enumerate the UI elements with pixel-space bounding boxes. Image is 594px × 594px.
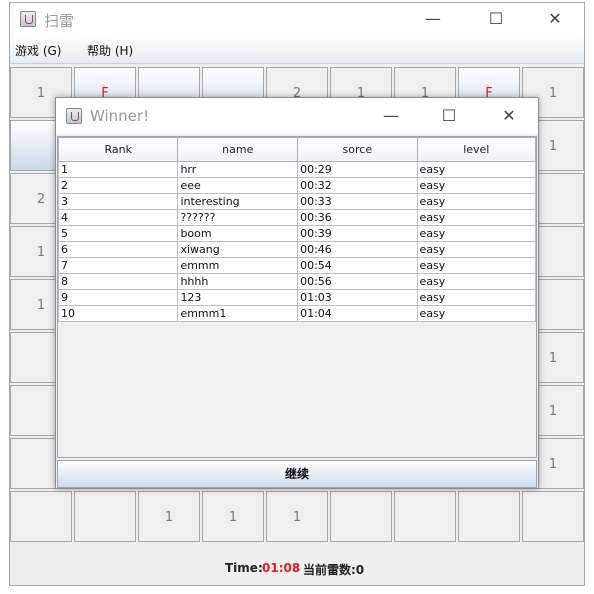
- title-bar: 扫雷 — ☐ ✕: [10, 3, 584, 35]
- table-cell: easy: [416, 273, 537, 290]
- table-cell: 01:04: [297, 305, 418, 322]
- minimize-button[interactable]: —: [410, 3, 456, 35]
- leaderboard-table-area: Rank name sorce level 1 hrr 00:29 easy 2 eee 00:3…: [57, 136, 537, 458]
- table-row[interactable]: 4?????? 00:36 easy: [57, 209, 537, 226]
- table-cell: 7: [57, 257, 179, 274]
- table-cell: 2: [57, 177, 179, 194]
- table-row[interactable]: 2 eee 00:32 easy: [57, 177, 537, 194]
- menu-bar: 游戏 (G) 帮助 (H): [10, 35, 584, 64]
- table-row[interactable]: 9 123 01:03 easy: [57, 289, 537, 306]
- table-cell: 5: [57, 225, 179, 242]
- table-cell: 01:03: [297, 289, 418, 306]
- table-row[interactable]: 5 boom 00:39 easy: [57, 225, 537, 242]
- table-cell: 8: [57, 273, 179, 290]
- table-cell: eee: [177, 177, 299, 194]
- table-row[interactable]: 3 interesting 00:33 easy: [57, 193, 537, 210]
- table-cell: emmm1: [177, 305, 299, 322]
- number-cell[interactable]: 1: [266, 491, 328, 542]
- table-cell: 00:29: [297, 161, 418, 178]
- table-cell: ??????: [177, 209, 299, 226]
- column-header[interactable]: name: [177, 137, 299, 162]
- table-cell: easy: [416, 161, 537, 178]
- table-cell: boom: [177, 225, 299, 242]
- winner-dialog: Winner! — ☐ ✕ Rank name sorce level 1 hrr 00:…: [55, 97, 539, 489]
- table-cell: 10: [57, 305, 179, 322]
- table-cell: 3: [57, 193, 179, 210]
- table-cell: easy: [416, 177, 537, 194]
- table-cell: 00:54: [297, 257, 418, 274]
- table-cell: hrr: [177, 161, 299, 178]
- revealed-cell[interactable]: [522, 491, 584, 542]
- dialog-close-button[interactable]: ✕: [486, 98, 532, 134]
- revealed-cell[interactable]: [458, 491, 520, 542]
- leaderboard-table: Rank name sorce level 1 hrr 00:29 easy 2 eee 00:3…: [57, 137, 537, 322]
- table-cell: 6: [57, 241, 179, 258]
- time-value: 01:08: [262, 561, 301, 575]
- dialog-title: Winner!: [90, 107, 150, 125]
- table-cell: easy: [416, 193, 537, 210]
- time-label: Time:: [225, 561, 263, 575]
- menu-game[interactable]: 游戏 (G): [15, 42, 61, 59]
- table-row[interactable]: 1 hrr 00:29 easy: [57, 161, 537, 178]
- menu-help[interactable]: 帮助 (H): [87, 42, 133, 59]
- table-cell: 1: [57, 161, 179, 178]
- table-row[interactable]: 10 emmm1 01:04 easy: [57, 305, 537, 322]
- dialog-minimize-button[interactable]: —: [368, 98, 414, 134]
- dialog-maximize-button[interactable]: ☐: [426, 98, 472, 134]
- close-button[interactable]: ✕: [532, 3, 578, 35]
- table-cell: easy: [416, 305, 537, 322]
- column-header[interactable]: level: [416, 137, 537, 162]
- table-cell: 00:46: [297, 241, 418, 258]
- table-cell: 00:33: [297, 193, 418, 210]
- mine-count-label: 当前雷数:0: [303, 563, 365, 577]
- table-row[interactable]: 7 emmm 00:54 easy: [57, 257, 537, 274]
- revealed-cell[interactable]: [330, 491, 392, 542]
- java-app-icon: [20, 11, 36, 27]
- continue-button[interactable]: 继续: [57, 460, 537, 488]
- table-cell: easy: [416, 241, 537, 258]
- table-cell: hhhh: [177, 273, 299, 290]
- table-cell: emmm: [177, 257, 299, 274]
- status-bar: Time: 01:08 当前雷数:0: [10, 548, 584, 586]
- table-cell: easy: [416, 289, 537, 306]
- maximize-button[interactable]: ☐: [473, 3, 519, 35]
- table-cell: easy: [416, 209, 537, 226]
- table-cell: 00:36: [297, 209, 418, 226]
- table-cell: 9: [57, 289, 179, 306]
- column-header[interactable]: Rank: [57, 137, 179, 162]
- table-cell: 00:56: [297, 273, 418, 290]
- number-cell[interactable]: 1: [202, 491, 264, 542]
- dialog-title-bar: Winner! — ☐ ✕: [56, 98, 538, 134]
- java-app-icon: [66, 108, 82, 124]
- table-cell: 123: [177, 289, 299, 306]
- table-cell: xiwang: [177, 241, 299, 258]
- revealed-cell[interactable]: [74, 491, 136, 542]
- table-cell: 00:39: [297, 225, 418, 242]
- table-header-row: Rank name sorce level: [57, 137, 537, 162]
- table-row[interactable]: 8 hhhh 00:56 easy: [57, 273, 537, 290]
- table-row[interactable]: 6 xiwang 00:46 easy: [57, 241, 537, 258]
- number-cell[interactable]: 1: [138, 491, 200, 542]
- table-cell: easy: [416, 257, 537, 274]
- table-cell: easy: [416, 225, 537, 242]
- column-header[interactable]: sorce: [297, 137, 418, 162]
- window-title: 扫雷: [44, 12, 75, 30]
- table-cell: 00:32: [297, 177, 418, 194]
- revealed-cell[interactable]: [10, 491, 72, 542]
- table-cell: 4: [57, 209, 179, 226]
- background-window-fragment: [0, 100, 9, 460]
- revealed-cell[interactable]: [394, 491, 456, 542]
- table-cell: interesting: [177, 193, 299, 210]
